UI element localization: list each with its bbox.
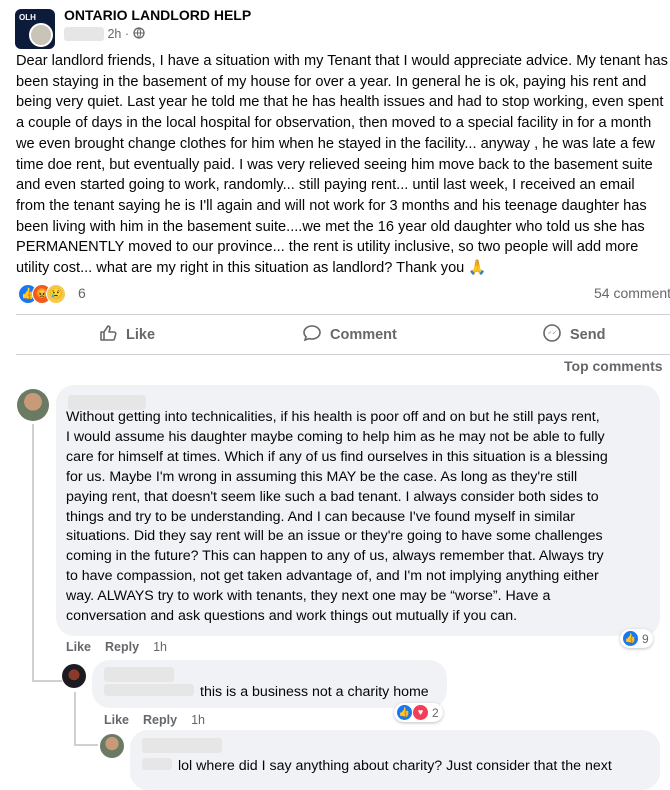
comment-reactions[interactable]: 👍 9 xyxy=(620,629,653,648)
send-button[interactable]: Send xyxy=(542,322,605,348)
group-name[interactable]: ONTARIO LANDLORD HELP xyxy=(64,7,251,23)
like-label: Like xyxy=(126,327,156,343)
comment-button[interactable]: Comment xyxy=(302,322,397,348)
post-meta: ... 2h · xyxy=(64,27,145,42)
post-line: being very quiet. Last year he told me t… xyxy=(16,94,664,111)
group-avatar[interactable]: OLH xyxy=(15,9,55,49)
reply-like-button[interactable]: Like xyxy=(104,713,129,727)
comment-reply-button[interactable]: Reply xyxy=(105,640,139,654)
post-line: from the tenant saying he is I'll again … xyxy=(16,197,647,214)
reaction-count[interactable]: 6 xyxy=(78,285,86,301)
mention-blurred xyxy=(104,684,194,696)
like-button[interactable]: Like xyxy=(98,322,155,348)
replier-name-blurred: ... xyxy=(104,667,174,682)
comment-line: I would assume his daughter maybe coming… xyxy=(66,428,605,445)
author-avatar[interactable] xyxy=(29,23,53,47)
comment-icon xyxy=(302,323,322,347)
post-line: been living with him in the basement sui… xyxy=(16,218,645,235)
comment-line: conversation and ask questions and work … xyxy=(66,608,518,625)
sad-reaction-icon: 😢 xyxy=(46,284,66,304)
reply-text: this is a business not a charity home xyxy=(104,683,429,703)
author-name-blurred[interactable]: ... xyxy=(64,27,104,41)
post-line: time doe rent, but eventually paid. I wa… xyxy=(16,156,653,173)
post-line: Dear landlord friends, I have a situatio… xyxy=(16,53,668,69)
group-logo-text: OLH xyxy=(19,13,36,22)
divider xyxy=(16,354,670,355)
comment-reaction-count: 9 xyxy=(642,631,649,646)
commenter-avatar[interactable] xyxy=(17,389,49,421)
post-line: a couple of days in the local hospital f… xyxy=(16,115,652,132)
comment-line: way. ALWAYS try to work with tenants, th… xyxy=(66,588,551,605)
reply-bubble: ... lol where did I say anything about c… xyxy=(130,730,660,790)
reply-reactions[interactable]: 👍 ♥ 2 xyxy=(394,703,443,722)
comment-actions: Like Reply 1h xyxy=(66,640,167,654)
reply-reaction-count: 2 xyxy=(432,705,439,720)
post-line: and even started going to work, randomly… xyxy=(16,177,635,194)
comment-text: Without getting into technicalities, if … xyxy=(66,408,608,627)
comment-like-button[interactable]: Like xyxy=(66,640,91,654)
comment-line: coming in the future? This can happen to… xyxy=(66,548,604,565)
send-label: Send xyxy=(570,327,606,343)
love-reaction-icon: ♥ xyxy=(412,704,429,721)
thread-line xyxy=(32,680,62,682)
reply-text: lol where did I say anything about chari… xyxy=(142,757,612,777)
globe-icon xyxy=(132,27,145,42)
thread-line xyxy=(74,744,98,746)
post-body: Dear landlord friends, I have a situatio… xyxy=(16,51,670,279)
replier-avatar[interactable] xyxy=(62,664,86,688)
like-reaction-icon: 👍 xyxy=(396,704,413,721)
comment-time[interactable]: 1h xyxy=(153,640,167,654)
comment-label: Comment xyxy=(330,327,397,343)
reply-actions: Like Reply 1h xyxy=(104,713,205,727)
post-line: been staying in the basement of my house… xyxy=(16,73,647,90)
comment-line: situations. Did they say rent will be an… xyxy=(66,528,603,545)
comment-line: for us. Maybe I'm wrong in assuming this… xyxy=(66,468,578,485)
replier-name[interactable]: ... xyxy=(142,738,222,753)
thumbs-up-icon xyxy=(98,323,118,347)
reply-time[interactable]: 1h xyxy=(191,713,205,727)
replier-name[interactable]: ... xyxy=(104,667,174,682)
replier-avatar[interactable] xyxy=(100,734,124,758)
reply-bubble: ... this is a business not a charity hom… xyxy=(92,660,447,708)
comment-line: Without getting into technicalities, if … xyxy=(66,409,600,425)
comment-count[interactable]: 54 comments xyxy=(594,285,670,301)
replier-name-blurred: ... xyxy=(142,738,222,753)
comment-line: things and try to be understanding. And … xyxy=(66,508,576,525)
comment-sort-dropdown[interactable]: Top comments xyxy=(564,358,663,374)
reaction-summary[interactable]: 👍😡😢 xyxy=(18,284,66,304)
comment-line: to have compassion, not get taken advant… xyxy=(66,568,599,585)
comment-line: care for himself at times. Which if any … xyxy=(66,448,608,465)
comment-line: paying rent, that doesn't seem like such… xyxy=(66,488,599,505)
like-reaction-icon: 👍 xyxy=(622,630,639,647)
post-line: utility cost... what are my right in thi… xyxy=(16,260,487,277)
post-line: we even brought change clothes for him w… xyxy=(16,135,655,152)
post-line: PERMANENTLY moved to our province... the… xyxy=(16,239,639,256)
post-time[interactable]: 2h xyxy=(107,27,121,41)
thread-line xyxy=(74,692,76,746)
messenger-icon xyxy=(542,323,562,347)
divider xyxy=(16,314,670,315)
reply-reply-button[interactable]: Reply xyxy=(143,713,177,727)
mention-blurred xyxy=(142,758,172,770)
comment-bubble: ... Without getting into technicalities,… xyxy=(56,385,660,636)
reply-text-content: this is a business not a charity home xyxy=(200,684,429,700)
thread-line xyxy=(32,424,34,682)
